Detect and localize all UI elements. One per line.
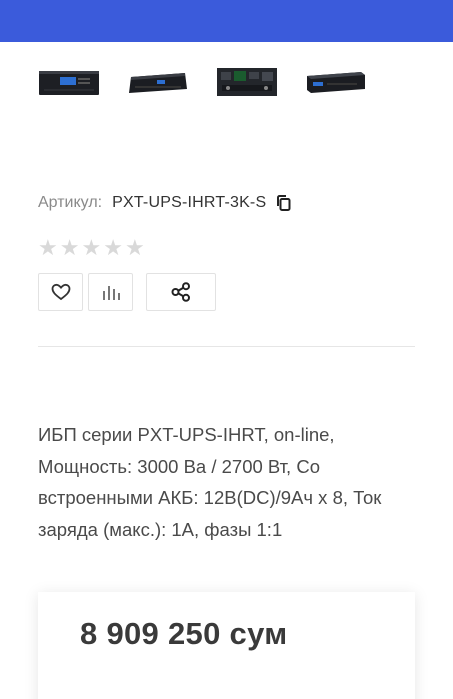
price-card: 8 909 250 сум bbox=[38, 592, 415, 699]
copy-icon[interactable] bbox=[275, 194, 293, 212]
bar-chart-icon bbox=[102, 286, 120, 300]
sku-row: Артикул: PXT-UPS-IHRT-3K-S bbox=[38, 194, 293, 212]
section-divider bbox=[38, 346, 415, 347]
thumbnail-gallery bbox=[38, 62, 367, 102]
thumbnail-4[interactable] bbox=[305, 62, 367, 102]
ups-front-image bbox=[39, 71, 99, 95]
ups-rear-image bbox=[217, 68, 277, 96]
favorite-button[interactable] bbox=[38, 273, 83, 311]
thumbnail-1[interactable] bbox=[38, 62, 100, 102]
sku-value: PXT-UPS-IHRT-3K-S bbox=[112, 194, 267, 211]
share-icon bbox=[171, 282, 190, 302]
share-button[interactable] bbox=[146, 273, 216, 311]
star-icon[interactable]: ★ bbox=[60, 237, 80, 259]
rating-stars[interactable]: ★ ★ ★ ★ ★ bbox=[38, 237, 145, 259]
thumbnail-3[interactable] bbox=[216, 62, 278, 102]
star-icon[interactable]: ★ bbox=[81, 237, 101, 259]
star-icon[interactable]: ★ bbox=[125, 237, 145, 259]
star-icon[interactable]: ★ bbox=[38, 237, 58, 259]
product-actions bbox=[38, 273, 216, 311]
compare-button[interactable] bbox=[88, 273, 133, 311]
top-bar bbox=[0, 0, 453, 42]
ups-side-image bbox=[307, 72, 365, 93]
ups-angle-image bbox=[129, 73, 187, 93]
heart-icon bbox=[51, 283, 70, 301]
thumbnail-2[interactable] bbox=[127, 62, 189, 102]
product-price: 8 909 250 сум bbox=[80, 616, 288, 651]
sku-label: Артикул: bbox=[38, 194, 103, 211]
product-description: ИБП серии PXT-UPS-IHRT, on-line, Мощност… bbox=[38, 424, 382, 540]
star-icon[interactable]: ★ bbox=[103, 237, 123, 259]
